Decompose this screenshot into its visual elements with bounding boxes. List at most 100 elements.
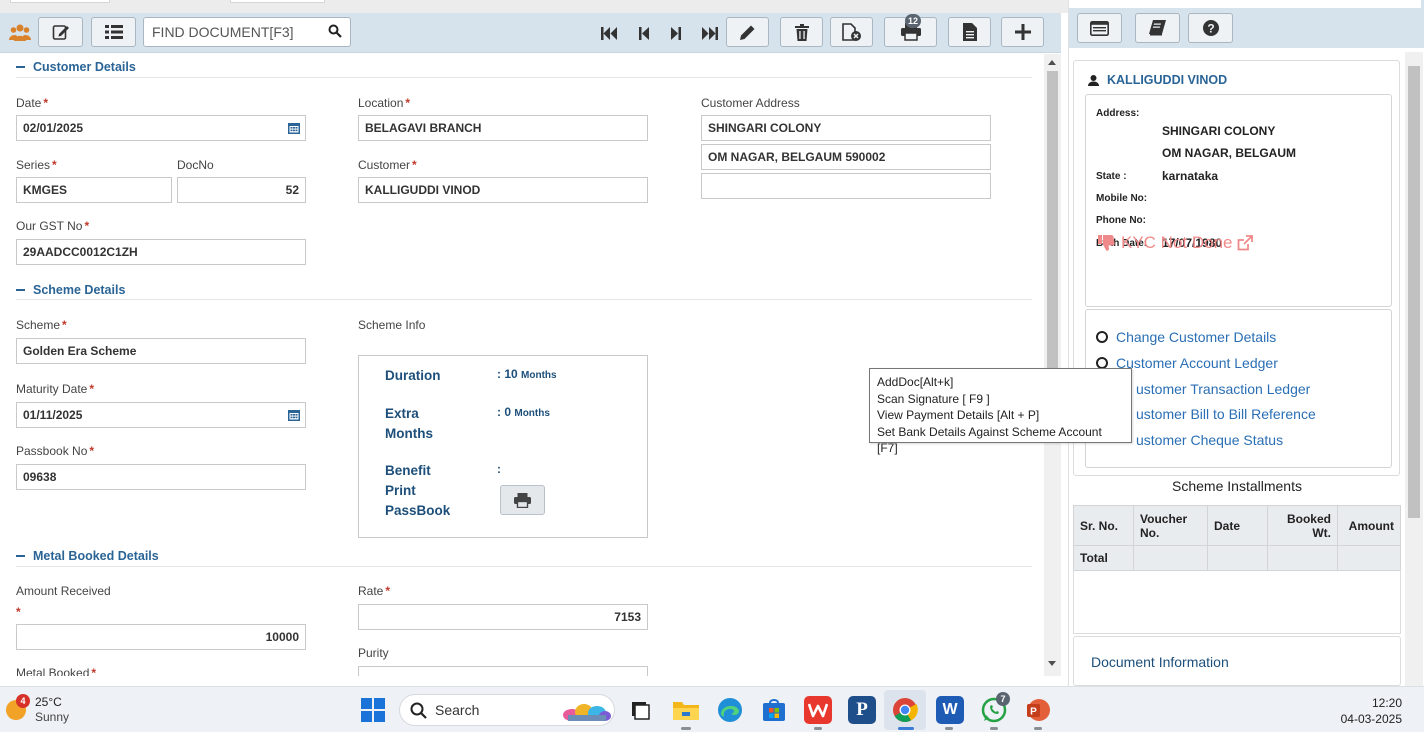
benefit-value: : (497, 462, 501, 476)
plus-icon (1014, 24, 1031, 40)
card-view-button[interactable] (1077, 13, 1122, 43)
gst-field[interactable]: 29AADCC0012C1ZH (16, 239, 306, 265)
customer-name-text: KALLIGUDDI VINOD (1107, 73, 1228, 87)
kyc-status-link[interactable]: KYC Not Done (1098, 233, 1259, 253)
delete-button[interactable] (780, 17, 823, 47)
scroll-thumb[interactable] (1408, 66, 1420, 518)
location-label: Location * (358, 96, 411, 110)
print-passbook-button[interactable] (500, 485, 545, 515)
tab-fragment[interactable] (230, 0, 325, 3)
address-line1-field[interactable]: SHINGARI COLONY (701, 115, 991, 141)
last-record-button[interactable] (699, 23, 721, 43)
weather-widget[interactable]: 4 25°C Sunny (6, 694, 69, 725)
file-explorer-icon[interactable] (672, 696, 700, 724)
metal-booked-heading[interactable]: Metal Booked Details (16, 549, 159, 563)
document-button[interactable] (948, 17, 991, 47)
customer-name[interactable]: KALLIGUDDI VINOD (1088, 73, 1227, 87)
calendar-icon[interactable] (288, 409, 300, 424)
whatsapp-icon[interactable]: 7 (980, 692, 1010, 724)
column-header[interactable]: Booked Wt. (1267, 505, 1338, 546)
powerpoint-icon[interactable]: P (1024, 696, 1052, 724)
customer-label: Customer * (358, 158, 417, 172)
print-queue-button[interactable]: 12 (884, 14, 937, 47)
maturity-date-field[interactable]: 01/11/2025 (16, 402, 306, 428)
tab-fragment[interactable] (10, 0, 110, 3)
column-header[interactable]: Date (1207, 505, 1268, 546)
address-line2-field[interactable]: OM NAGAR, BELGAUM 590002 (701, 144, 991, 170)
scheme-details-heading[interactable]: Scheme Details (16, 283, 125, 297)
temperature: 25°C (35, 695, 62, 709)
windows-start-icon[interactable] (361, 698, 385, 727)
collapse-icon[interactable] (16, 555, 25, 557)
document-information-panel[interactable]: Document Information (1073, 636, 1401, 686)
customer-bill-reference-link[interactable]: ustomer Bill to Bill Reference (1136, 406, 1316, 422)
word-icon[interactable]: W (936, 696, 964, 724)
calendar-icon[interactable] (288, 122, 300, 137)
scroll-thumb[interactable] (1047, 71, 1058, 371)
find-document-search[interactable] (143, 17, 351, 47)
task-view-icon[interactable] (627, 696, 655, 724)
previous-record-button[interactable] (633, 23, 655, 43)
scheme-field[interactable]: Golden Era Scheme (16, 338, 306, 364)
collapse-icon[interactable] (16, 66, 25, 68)
passbook-value: 09638 (23, 470, 57, 484)
main-scrollbar[interactable] (1044, 54, 1061, 676)
edge-browser-icon[interactable] (716, 696, 744, 724)
passbook-field[interactable]: 09638 (16, 464, 306, 490)
cancel-document-button[interactable] (830, 17, 873, 47)
help-button[interactable]: ? (1188, 13, 1233, 43)
column-header[interactable]: Sr. No. (1073, 505, 1134, 546)
customer-side-panel: ? KALLIGUDDI VINOD Address: SHINGARI COL… (1068, 0, 1424, 686)
date-label: Date * (16, 96, 49, 110)
divider (16, 566, 1032, 567)
system-clock[interactable]: 12:20 04-03-2025 (1341, 695, 1402, 727)
customer-address-label: Customer Address (701, 96, 800, 110)
location-field[interactable]: BELAGAVI BRANCH (358, 115, 648, 141)
customer-transaction-ledger-link[interactable]: ustomer Transaction Ledger (1136, 381, 1310, 397)
step-forward-icon (671, 26, 681, 40)
list-icon (104, 25, 123, 39)
purity-field[interactable] (358, 666, 648, 676)
next-record-button[interactable] (665, 23, 687, 43)
search-icon[interactable] (328, 24, 342, 43)
scheme-info-label: Scheme Info (358, 318, 426, 332)
address-label: Address: (1096, 108, 1140, 119)
publisher-icon[interactable]: P (848, 696, 876, 724)
list-view-button[interactable] (91, 17, 136, 47)
skip-first-icon (601, 26, 617, 40)
docno-field[interactable]: 52 (177, 177, 306, 203)
circle-icon (1096, 331, 1108, 343)
column-header[interactable]: Amount (1337, 505, 1401, 546)
find-document-input[interactable] (152, 23, 322, 41)
column-header[interactable]: Voucher No. (1133, 505, 1208, 546)
phone-label: Phone No: (1096, 215, 1146, 226)
address-line3-field[interactable] (701, 173, 991, 199)
required-marker: * (16, 605, 21, 619)
customer-details-heading[interactable]: Customer Details (16, 60, 136, 74)
installments-body (1073, 570, 1401, 634)
wps-office-icon[interactable] (804, 696, 832, 724)
side-scrollbar[interactable] (1405, 52, 1423, 686)
microsoft-store-icon[interactable] (760, 696, 788, 724)
date-field[interactable]: 02/01/2025 (16, 115, 306, 141)
customer-cheque-status-link[interactable]: ustomer Cheque Status (1136, 432, 1283, 448)
scroll-up-arrow[interactable] (1048, 60, 1056, 65)
amount-received-field[interactable]: 10000 (16, 624, 306, 650)
collapse-icon[interactable] (16, 289, 25, 291)
users-group-icon[interactable] (9, 23, 31, 48)
first-record-button[interactable] (598, 23, 620, 43)
svg-text:?: ? (1207, 21, 1214, 35)
taskbar-search[interactable]: Search (399, 694, 615, 726)
change-customer-details-link[interactable]: Change Customer Details (1096, 329, 1276, 345)
kyc-status-text: KYC Not Done (1121, 233, 1233, 252)
scroll-down-arrow[interactable] (1048, 661, 1056, 666)
ledger-book-button[interactable] (1135, 13, 1180, 43)
chrome-browser-icon[interactable] (891, 696, 919, 724)
maturity-date-label: Maturity Date * (16, 382, 95, 396)
series-field[interactable]: KMGES (16, 177, 172, 203)
add-button[interactable] (1001, 17, 1044, 47)
edit-note-button[interactable] (38, 17, 83, 47)
edit-button[interactable] (726, 17, 769, 47)
customer-field[interactable]: KALLIGUDDI VINOD (358, 177, 648, 203)
rate-field[interactable]: 7153 (358, 604, 648, 630)
